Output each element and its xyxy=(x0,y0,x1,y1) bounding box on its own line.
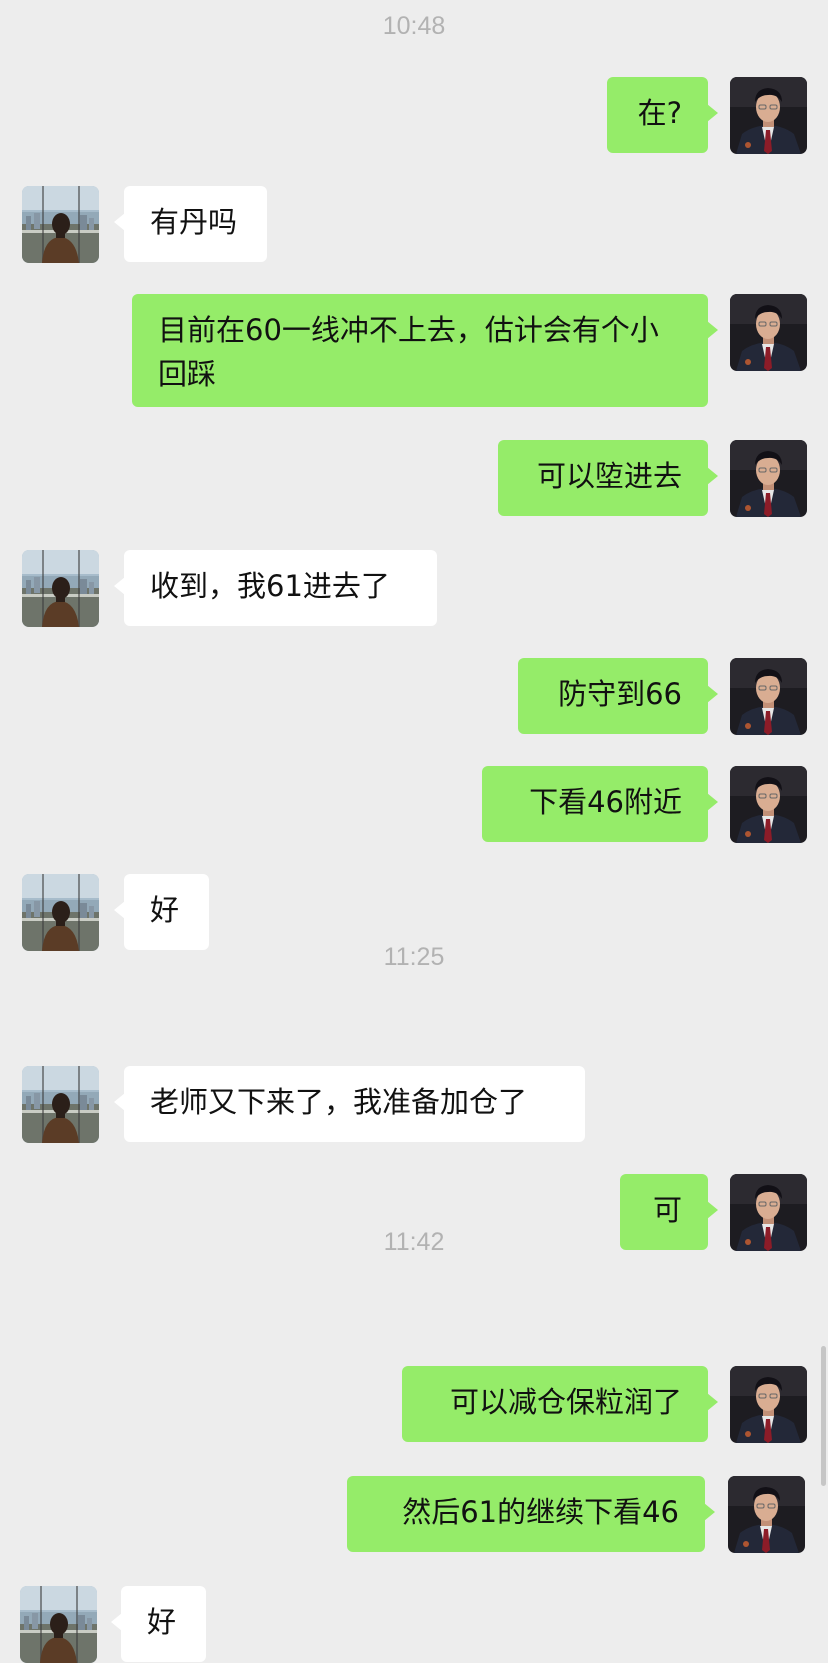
message-text: 老师又下来了，我准备加仓了 xyxy=(150,1085,528,1119)
received-message[interactable]: 老师又下来了，我准备加仓了 xyxy=(114,1066,585,1142)
message-text: 下看46附近 xyxy=(529,785,682,819)
contact-avatar-icon[interactable] xyxy=(20,1586,97,1663)
message-text: 然后61的继续下看46 xyxy=(402,1495,679,1529)
message-text: 好 xyxy=(147,1605,177,1639)
self-avatar-icon[interactable] xyxy=(728,1476,805,1553)
self-avatar-icon[interactable] xyxy=(730,294,807,371)
message-text: 防守到66 xyxy=(558,677,682,711)
self-avatar-icon[interactable] xyxy=(730,1366,807,1443)
sent-message[interactable]: 可 xyxy=(620,1174,718,1250)
scrollbar[interactable] xyxy=(821,1346,826,1486)
sent-message[interactable]: 防守到66 xyxy=(518,658,718,734)
self-avatar-icon[interactable] xyxy=(730,440,807,517)
message-text: 在? xyxy=(637,96,682,130)
timestamp: 10:48 xyxy=(382,12,446,40)
self-avatar-icon[interactable] xyxy=(730,77,807,154)
message-text: 好 xyxy=(150,893,180,927)
contact-avatar-icon[interactable] xyxy=(22,550,99,627)
message-text: 可以埅进去 xyxy=(536,459,682,493)
received-message[interactable]: 好 xyxy=(114,874,209,950)
message-text: 有丹吗 xyxy=(150,205,238,239)
message-text: 可以减仓保粒润了 xyxy=(449,1385,682,1419)
sent-message[interactable]: 目前在60一线冲不上去，估计会有个小回踩 xyxy=(132,294,718,407)
sent-message[interactable]: 在? xyxy=(607,77,718,153)
contact-avatar-icon[interactable] xyxy=(22,1066,99,1143)
sent-message[interactable]: 可以减仓保粒润了 xyxy=(402,1366,718,1442)
sent-message[interactable]: 下看46附近 xyxy=(482,766,718,842)
received-message[interactable]: 收到，我61进去了 xyxy=(114,550,437,626)
message-text: 收到，我61进去了 xyxy=(150,569,390,603)
sent-message[interactable]: 然后61的继续下看46 xyxy=(347,1476,715,1552)
message-text: 目前在60一线冲不上去，估计会有个小回踩 xyxy=(158,313,659,391)
self-avatar-icon[interactable] xyxy=(730,658,807,735)
sent-message[interactable]: 可以埅进去 xyxy=(498,440,718,516)
self-avatar-icon[interactable] xyxy=(730,766,807,843)
contact-avatar-icon[interactable] xyxy=(22,874,99,951)
received-message[interactable]: 好 xyxy=(111,1586,206,1662)
contact-avatar-icon[interactable] xyxy=(22,186,99,263)
received-message[interactable]: 有丹吗 xyxy=(114,186,267,262)
self-avatar-icon[interactable] xyxy=(730,1174,807,1251)
message-text: 可 xyxy=(652,1193,682,1227)
